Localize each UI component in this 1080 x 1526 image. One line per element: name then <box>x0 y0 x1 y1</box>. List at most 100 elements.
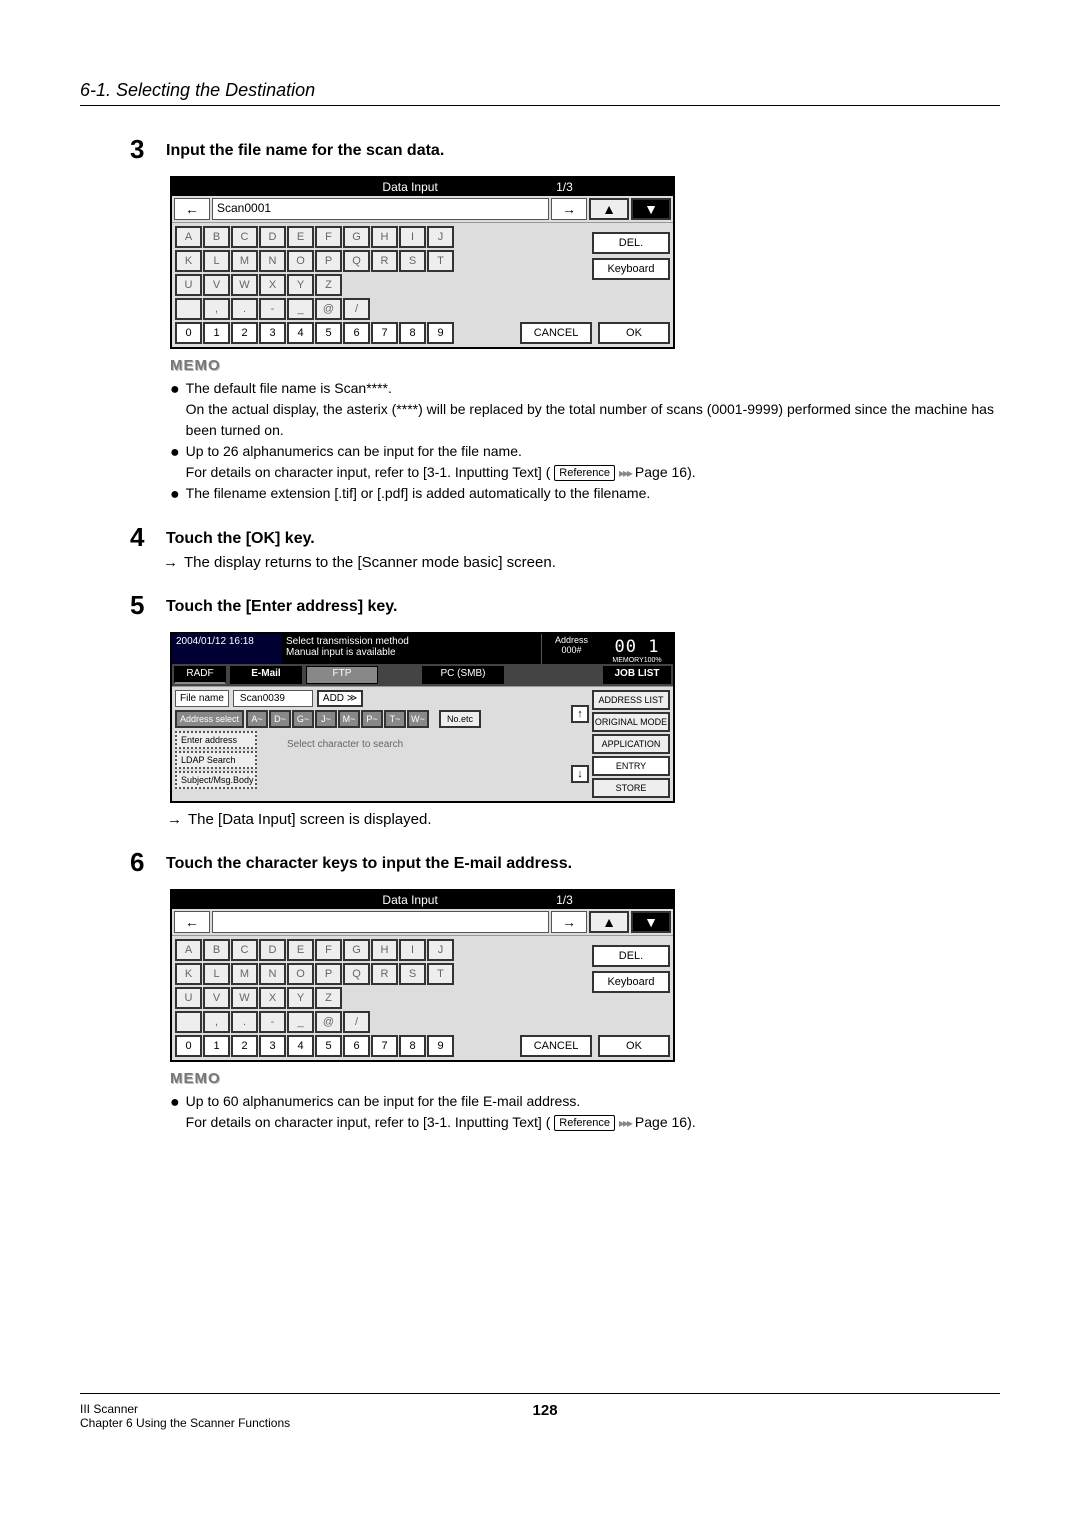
keyboard-button[interactable]: Keyboard <box>592 971 670 993</box>
key-9[interactable]: 9 <box>427 322 454 344</box>
ftp-tab[interactable]: FTP <box>306 666 378 684</box>
key-K[interactable]: K <box>175 250 202 272</box>
key-U[interactable]: U <box>175 274 202 296</box>
key-7[interactable]: 7 <box>371 1035 398 1057</box>
key-N[interactable]: N <box>259 963 286 985</box>
scroll-up-icon[interactable]: ↑ <box>571 705 589 723</box>
key-3[interactable]: 3 <box>259 322 286 344</box>
key-0[interactable]: 0 <box>175 322 202 344</box>
key-V[interactable]: V <box>203 987 230 1009</box>
key-P[interactable]: P <box>315 250 342 272</box>
key-5[interactable]: 5 <box>315 322 342 344</box>
next-button[interactable]: → <box>551 198 587 220</box>
key-D[interactable]: D <box>259 939 286 961</box>
key-I[interactable]: I <box>399 939 426 961</box>
key-@[interactable]: @ <box>315 1011 342 1033</box>
ok-button[interactable]: OK <box>598 1035 670 1057</box>
letter-filter-button[interactable]: M~ <box>338 710 360 728</box>
no-etc-button[interactable]: No.etc <box>439 710 481 728</box>
key-C[interactable]: C <box>231 226 258 248</box>
key--[interactable]: - <box>259 298 286 320</box>
key-3[interactable]: 3 <box>259 1035 286 1057</box>
key-A[interactable]: A <box>175 226 202 248</box>
key-L[interactable]: L <box>203 250 230 272</box>
del-button[interactable]: DEL. <box>592 232 670 254</box>
key-E[interactable]: E <box>287 226 314 248</box>
key-F[interactable]: F <box>315 939 342 961</box>
address-list-button[interactable]: ADDRESS LIST <box>592 690 670 710</box>
key-F[interactable]: F <box>315 226 342 248</box>
keyboard-button[interactable]: Keyboard <box>592 258 670 280</box>
key-J[interactable]: J <box>427 939 454 961</box>
scroll-down-icon[interactable]: ↓ <box>571 765 589 783</box>
key-X[interactable]: X <box>259 987 286 1009</box>
del-button[interactable]: DEL. <box>592 945 670 967</box>
key-O[interactable]: O <box>287 250 314 272</box>
ldap-search-button[interactable]: LDAP Search <box>175 751 257 769</box>
key-5[interactable]: 5 <box>315 1035 342 1057</box>
key-G[interactable]: G <box>343 939 370 961</box>
key-S[interactable]: S <box>399 963 426 985</box>
add-button[interactable]: ADD ≫ <box>317 690 363 707</box>
letter-filter-button[interactable]: J~ <box>315 710 337 728</box>
home-icon[interactable]: ▲ <box>589 198 629 220</box>
key-L[interactable]: L <box>203 963 230 985</box>
key-V[interactable]: V <box>203 274 230 296</box>
letter-filter-button[interactable]: W~ <box>407 710 429 728</box>
key-Q[interactable]: Q <box>343 963 370 985</box>
key-M[interactable]: M <box>231 963 258 985</box>
pcsmb-tab[interactable]: PC (SMB) <box>422 666 504 684</box>
enter-address-button[interactable]: Enter address <box>175 731 257 749</box>
key-7[interactable]: 7 <box>371 322 398 344</box>
key-O[interactable]: O <box>287 963 314 985</box>
key-M[interactable]: M <box>231 250 258 272</box>
key-9[interactable]: 9 <box>427 1035 454 1057</box>
key-Z[interactable]: Z <box>315 274 342 296</box>
key-,[interactable]: , <box>203 1011 230 1033</box>
key-6[interactable]: 6 <box>343 322 370 344</box>
key-A[interactable]: A <box>175 939 202 961</box>
address-select-button[interactable]: Address select <box>175 710 244 728</box>
key-/[interactable]: / <box>343 1011 370 1033</box>
prev-button[interactable]: ← <box>174 198 210 220</box>
key-W[interactable]: W <box>231 987 258 1009</box>
key-2[interactable]: 2 <box>231 322 258 344</box>
key-G[interactable]: G <box>343 226 370 248</box>
key-Y[interactable]: Y <box>287 987 314 1009</box>
key-2[interactable]: 2 <box>231 1035 258 1057</box>
letter-filter-button[interactable]: T~ <box>384 710 406 728</box>
caps-icon[interactable]: ▼ <box>631 198 671 220</box>
key-T[interactable]: T <box>427 963 454 985</box>
key-J[interactable]: J <box>427 226 454 248</box>
key-1[interactable]: 1 <box>203 322 230 344</box>
key-,[interactable]: , <box>203 298 230 320</box>
key-E[interactable]: E <box>287 939 314 961</box>
email-input[interactable] <box>212 911 549 933</box>
key-B[interactable]: B <box>203 939 230 961</box>
caps-icon[interactable]: ▼ <box>631 911 671 933</box>
key-P[interactable]: P <box>315 963 342 985</box>
key-6[interactable]: 6 <box>343 1035 370 1057</box>
key-_[interactable]: _ <box>287 298 314 320</box>
key-K[interactable]: K <box>175 963 202 985</box>
letter-filter-button[interactable]: D~ <box>269 710 291 728</box>
key-R[interactable]: R <box>371 963 398 985</box>
key-/[interactable]: / <box>343 298 370 320</box>
key-1[interactable]: 1 <box>203 1035 230 1057</box>
key-space[interactable] <box>175 1011 202 1033</box>
key-8[interactable]: 8 <box>399 1035 426 1057</box>
key-H[interactable]: H <box>371 226 398 248</box>
letter-filter-button[interactable]: G~ <box>292 710 314 728</box>
letter-filter-button[interactable]: P~ <box>361 710 383 728</box>
original-mode-button[interactable]: ORIGINAL MODE <box>592 712 670 732</box>
key-@[interactable]: @ <box>315 298 342 320</box>
home-icon[interactable]: ▲ <box>589 911 629 933</box>
cancel-button[interactable]: CANCEL <box>520 1035 592 1057</box>
radf-tab[interactable]: RADF <box>174 666 226 684</box>
key-Z[interactable]: Z <box>315 987 342 1009</box>
key-S[interactable]: S <box>399 250 426 272</box>
ok-button[interactable]: OK <box>598 322 670 344</box>
key-U[interactable]: U <box>175 987 202 1009</box>
key-C[interactable]: C <box>231 939 258 961</box>
key-H[interactable]: H <box>371 939 398 961</box>
